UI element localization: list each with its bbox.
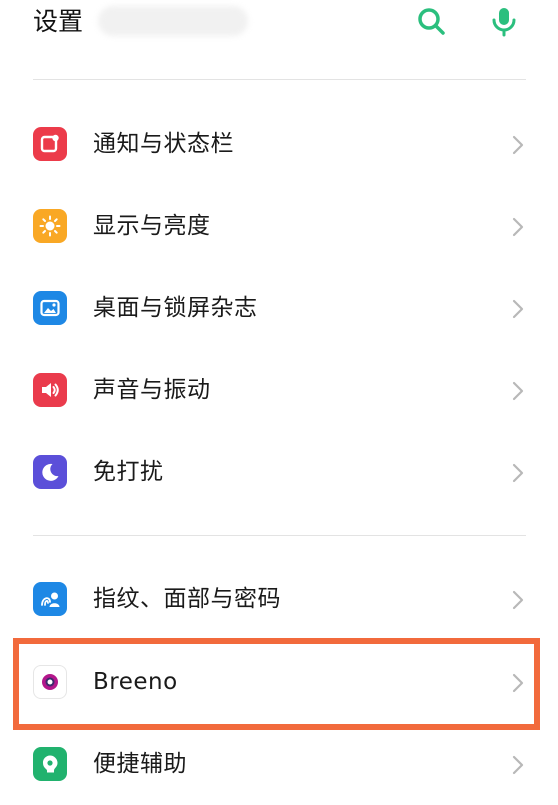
settings-item-label: 指纹、面部与密码: [93, 586, 281, 612]
chevron-right-icon: [510, 754, 526, 776]
settings-item-accessibility[interactable]: 便捷辅助: [0, 723, 558, 805]
wallpaper-icon: [33, 291, 67, 325]
chevron-right-icon: [510, 380, 526, 402]
chevron-right-icon: [510, 298, 526, 320]
settings-item-do-not-disturb[interactable]: 免打扰: [0, 431, 558, 513]
chevron-right-icon: [510, 462, 526, 484]
page-title: 设置: [33, 7, 84, 36]
chevron-right-icon: [510, 216, 526, 238]
moon-icon: [33, 455, 67, 489]
settings-item-breeno[interactable]: Breeno: [0, 641, 558, 723]
settings-item-notification[interactable]: 通知与状态栏: [0, 103, 558, 185]
settings-item-label: 显示与亮度: [93, 213, 211, 239]
fingerprint-face-icon: [33, 582, 67, 616]
chevron-right-icon: [510, 134, 526, 156]
speaker-icon: [33, 373, 67, 407]
settings-item-label: 便捷辅助: [93, 751, 187, 777]
settings-item-label: 通知与状态栏: [93, 131, 234, 157]
section-divider: [33, 79, 526, 80]
settings-item-biometrics[interactable]: 指纹、面部与密码: [0, 558, 558, 640]
top-bar: 设置: [0, 0, 558, 48]
settings-item-wallpaper[interactable]: 桌面与锁屏杂志: [0, 267, 558, 349]
breeno-icon: [33, 665, 67, 699]
accessibility-icon: [33, 747, 67, 781]
settings-item-label: 桌面与锁屏杂志: [93, 295, 258, 321]
sun-icon: [33, 209, 67, 243]
blurred-search-hint: [98, 6, 248, 36]
search-icon[interactable]: [414, 4, 448, 38]
settings-item-display[interactable]: 显示与亮度: [0, 185, 558, 267]
notification-icon: [33, 127, 67, 161]
settings-item-label: 免打扰: [93, 459, 164, 485]
chevron-right-icon: [510, 589, 526, 611]
chevron-right-icon: [510, 672, 526, 694]
settings-item-label: Breeno: [93, 669, 178, 695]
settings-item-label: 声音与振动: [93, 377, 211, 403]
section-divider: [33, 535, 526, 536]
microphone-icon[interactable]: [487, 4, 521, 38]
settings-item-sound[interactable]: 声音与振动: [0, 349, 558, 431]
